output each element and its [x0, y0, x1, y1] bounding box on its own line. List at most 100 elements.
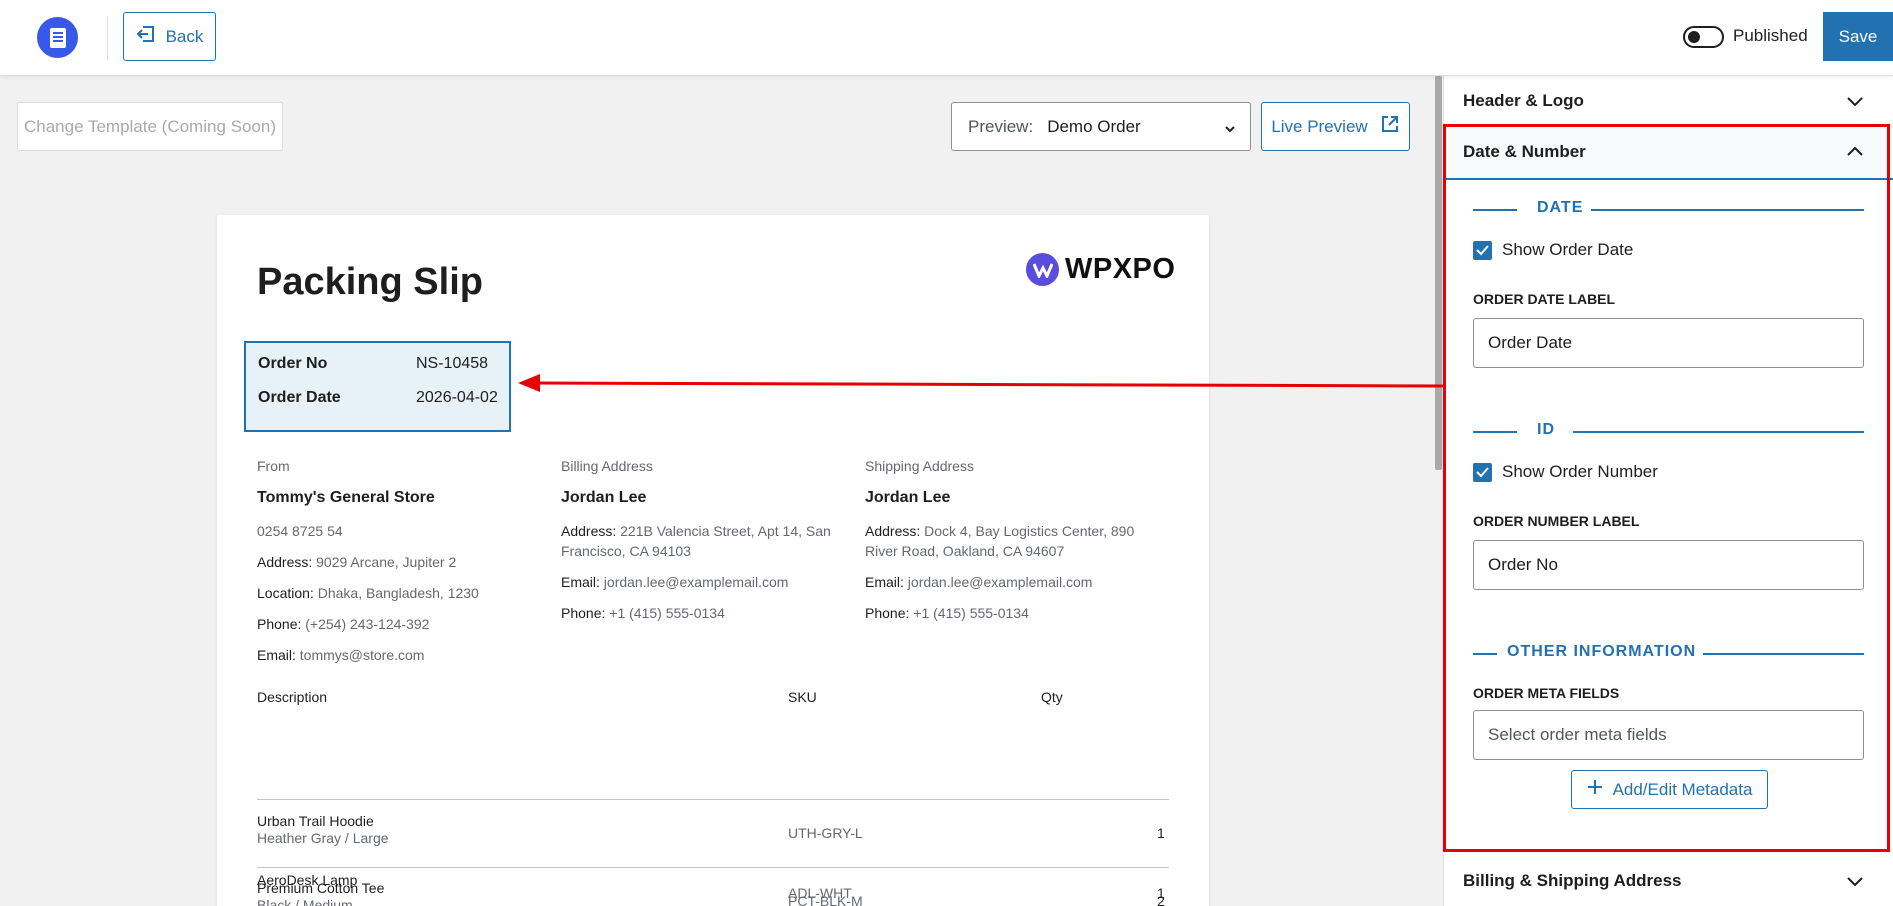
change-template-button: Change Template (Coming Soon): [17, 102, 283, 151]
from-address-key: Address:: [257, 554, 313, 570]
from-phone-value: (+254) 243-124-392: [305, 616, 430, 632]
canvas-scrollbar[interactable]: [1433, 76, 1443, 906]
table-header-description: Description: [257, 689, 328, 705]
shipping-address-key: Address:: [865, 523, 921, 539]
date-number-header[interactable]: Date & Number: [1444, 124, 1893, 180]
item-sku: UTH-GRY-L: [788, 825, 863, 841]
order-number-label-input[interactable]: Order No: [1473, 540, 1864, 590]
shipping-caption: Shipping Address: [865, 458, 974, 474]
table-header-sku: SKU: [788, 689, 817, 705]
heading-rule: [1473, 431, 1517, 433]
shipping-column: Shipping Address Jordan Lee Address: Doc…: [865, 458, 1155, 623]
plus-icon: [1587, 779, 1603, 800]
settings-panel: Header & Logo Date & Number DATE Show Or…: [1443, 76, 1893, 906]
back-label: Back: [165, 26, 204, 46]
add-edit-metadata-button[interactable]: Add/Edit Metadata: [1571, 770, 1768, 809]
preview-order-select[interactable]: Preview: Demo Order: [951, 102, 1251, 151]
shipping-name: Jordan Lee: [865, 489, 951, 506]
from-address-value: 9029 Arcane, Jupiter 2: [316, 554, 457, 570]
billing-address-key: Address:: [561, 523, 617, 539]
add-edit-metadata-label: Add/Edit Metadata: [1612, 779, 1753, 799]
chevron-down-icon: [1224, 120, 1236, 140]
chevron-down-icon: [1846, 92, 1864, 115]
from-column: From Tommy's General Store 0254 8725 54 …: [257, 458, 547, 665]
date-heading-text: DATE: [1527, 199, 1594, 217]
from-address: Address: 9029 Arcane, Jupiter 2: [257, 552, 547, 572]
heading-rule: [1573, 431, 1864, 433]
order-meta-fields-select[interactable]: Select order meta fields: [1473, 710, 1864, 760]
from-phone-key: Phone:: [257, 616, 302, 632]
scrollbar-thumb[interactable]: [1435, 76, 1442, 470]
billing-shipping-label: Billing & Shipping Address: [1463, 871, 1682, 890]
shipping-email-value: jordan.lee@examplemail.com: [907, 574, 1093, 590]
date-heading: DATE: [1473, 199, 1864, 219]
shipping-email: Email: jordan.lee@examplemail.com: [865, 572, 1155, 592]
section-header-logo[interactable]: Header & Logo: [1444, 76, 1893, 126]
external-link-icon: [1380, 114, 1400, 139]
item-name: Urban Trail Hoodie: [257, 813, 374, 829]
toggle-knob: [1688, 31, 1700, 43]
header-logo-label: Header & Logo: [1463, 91, 1584, 110]
document-icon[interactable]: [37, 17, 78, 58]
preview-canvas: Change Template (Coming Soon) Preview: D…: [0, 76, 1433, 906]
from-name: Tommy's General Store: [257, 489, 435, 506]
billing-name: Jordan Lee: [561, 489, 647, 506]
id-heading-text: ID: [1527, 421, 1565, 439]
published-toggle[interactable]: [1683, 26, 1724, 48]
from-phone: Phone: (+254) 243-124-392: [257, 614, 547, 634]
heading-rule: [1703, 653, 1864, 655]
item-variant: Heather Gray / Large: [257, 830, 389, 846]
from-location-value: Dhaka, Bangladesh, 1230: [317, 585, 479, 601]
section-date-number[interactable]: Date & Number: [1444, 124, 1893, 180]
back-button[interactable]: Back: [123, 12, 216, 61]
order-info-box[interactable]: Order No NS-10458 Order Date 2026-04-02: [244, 341, 511, 432]
heading-rule: [1591, 209, 1864, 211]
from-location-key: Location:: [257, 585, 314, 601]
chevron-down-icon: [1846, 872, 1864, 895]
brand-name: WPXPO: [1065, 253, 1176, 285]
shipping-email-key: Email:: [865, 574, 904, 590]
order-date-label-input[interactable]: Order Date: [1473, 318, 1864, 368]
billing-phone-value: +1 (415) 555-0134: [609, 605, 725, 621]
brand-logo: WPXPO: [1026, 253, 1175, 286]
date-number-label: Date & Number: [1463, 142, 1586, 161]
item-qty: 1: [1157, 885, 1165, 901]
save-button[interactable]: Save: [1823, 12, 1893, 61]
order-meta-fields-caption: ORDER META FIELDS: [1473, 685, 1620, 701]
show-order-number-label: Show Order Number: [1502, 462, 1658, 481]
billing-phone-key: Phone:: [561, 605, 606, 621]
billing-email: Email: jordan.lee@examplemail.com: [561, 572, 851, 592]
id-heading: ID: [1473, 421, 1864, 441]
billing-email-key: Email:: [561, 574, 600, 590]
from-caption: From: [257, 458, 290, 474]
packing-slip-document: Packing Slip WPXPO Order No NS-10458 Ord…: [217, 215, 1209, 906]
back-arrow-icon: [136, 25, 156, 48]
from-email: Email: tommys@store.com: [257, 645, 547, 665]
show-order-number-checkbox[interactable]: Show Order Number: [1473, 462, 1658, 482]
chevron-up-icon: [1846, 143, 1864, 166]
checkbox-checked-icon: [1473, 462, 1492, 482]
order-date-label: Order Date: [258, 389, 341, 406]
show-order-date-label: Show Order Date: [1502, 240, 1634, 259]
live-preview-label: Live Preview: [1271, 116, 1368, 136]
item-qty: 1: [1157, 825, 1165, 841]
billing-column: Billing Address Jordan Lee Address: 221B…: [561, 458, 851, 623]
from-email-value: tommys@store.com: [299, 647, 425, 663]
order-date-label-caption: ORDER DATE LABEL: [1473, 291, 1616, 307]
item-variant: Black / Medium: [257, 897, 353, 906]
checkbox-checked-icon: [1473, 240, 1492, 260]
other-info-heading-text: OTHER INFORMATION: [1497, 643, 1707, 661]
live-preview-button[interactable]: Live Preview: [1261, 102, 1410, 151]
order-number-label: Order No: [258, 355, 328, 372]
from-location: Location: Dhaka, Bangladesh, 1230: [257, 583, 547, 603]
section-billing-shipping[interactable]: Billing & Shipping Address: [1444, 856, 1893, 906]
table-row: AeroDesk Lamp: [257, 872, 357, 889]
shipping-address: Address: Dock 4, Bay Logistics Center, 8…: [865, 521, 1155, 561]
preview-select-value: Demo Order: [1047, 116, 1141, 136]
document-title: Packing Slip: [257, 261, 483, 303]
from-phone-line: 0254 8725 54: [257, 523, 343, 539]
preview-select-label: Preview:: [968, 116, 1034, 136]
billing-email-value: jordan.lee@examplemail.com: [603, 574, 789, 590]
other-info-heading: OTHER INFORMATION: [1473, 643, 1864, 663]
show-order-date-checkbox[interactable]: Show Order Date: [1473, 240, 1633, 260]
